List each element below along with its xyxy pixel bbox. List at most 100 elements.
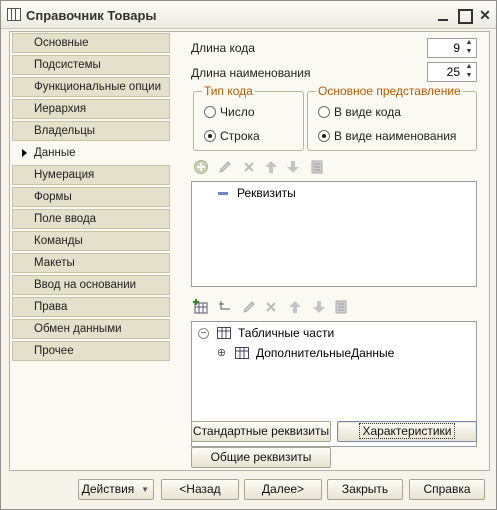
code-length-value: 9 [453,41,460,55]
name-length-value: 25 [446,65,460,79]
radio-label: В виде наименования [334,129,457,143]
spin-up-icon[interactable]: ▲ [463,39,475,47]
sort-icon[interactable] [309,159,325,175]
radio-icon [318,106,330,118]
window-title: Справочник Товары [26,8,157,23]
tree-row-label: ДополнительныеДанные [256,346,395,360]
sidebar-tabs: Основные Подсистемы Функциональные опции Ие… [12,33,170,363]
data-tab-content: Длина кода 9 ▲ ▼ Длина наименования 25 ▲… [171,33,488,469]
tab-label: Функциональные опции [34,81,161,93]
active-tab-marker-icon [22,149,27,157]
tab-label: Подсистемы [34,59,101,71]
tree-row-additional-data[interactable]: ⊕ ДополнительныеДанные [216,346,436,362]
tab-label: Обмен данными [34,323,122,335]
close-button[interactable]: Закрыть [327,479,403,500]
tabular-toolbar [193,299,353,317]
tab-label: Права [34,301,68,313]
add-subitem-icon[interactable] [217,299,233,315]
common-attributes-button[interactable]: Общие реквизиты [191,447,331,468]
tab-item[interactable]: Прочее [12,341,170,361]
tab-item[interactable]: Ввод на основании [12,275,170,295]
radio-selected-icon [318,130,330,142]
move-down-icon[interactable] [311,299,327,315]
dropdown-arrow-icon: ▼ [141,485,149,494]
tab-label: Данные [34,147,76,159]
tab-item[interactable]: Обмен данными [12,319,170,339]
attributes-icon [218,192,228,195]
tab-label: Формы [34,191,72,203]
code-length-spinner[interactable]: 9 ▲ ▼ [427,38,477,58]
footer-bar: Действия ▼ <Назад Далее> Закрыть Справка [1,473,496,509]
spin-up-icon[interactable]: ▲ [463,63,475,71]
radio-label: Строка [220,129,260,143]
next-button[interactable]: Далее> [244,479,322,500]
attributes-tree[interactable]: Реквизиты [191,181,477,287]
close-window-button[interactable]: ✕ [477,7,493,23]
add-table-icon[interactable] [193,299,209,315]
move-up-icon[interactable] [263,159,279,175]
tree-row-label: Табличные части [238,326,335,340]
edit-icon[interactable] [241,299,257,315]
characteristics-label: Характеристики [358,423,456,439]
tab-label: Макеты [34,257,75,269]
tab-item[interactable]: Данные [12,143,170,163]
move-down-icon[interactable] [285,159,301,175]
edit-icon[interactable] [217,159,233,175]
tab-label: Ввод на основании [34,279,137,291]
radio-icon [204,106,216,118]
tab-item[interactable]: Команды [12,231,170,251]
tab-label: Основные [34,37,89,49]
tab-label: Владельцы [34,125,96,137]
move-up-icon[interactable] [287,299,303,315]
main-presentation-title: Основное представление [316,84,463,98]
name-length-spinner[interactable]: 25 ▲ ▼ [427,62,477,82]
tree-row-tabular-parts[interactable]: − Табличные части [198,326,398,342]
code-type-group: Тип кода Число Строка [193,84,304,151]
code-length-label: Длина кода [191,41,255,55]
tab-item[interactable]: Функциональные опции [12,77,170,97]
standard-attributes-button[interactable]: Стандартные реквизиты [191,421,331,442]
table-icon [235,347,249,359]
minimize-button[interactable] [435,7,451,23]
tab-item[interactable]: Поле ввода [12,209,170,229]
help-button[interactable]: Справка [409,479,485,500]
main-presentation-group: Основное представление В виде кода В вид… [307,84,477,151]
table-icon [217,327,231,339]
tree-row-label: Реквизиты [237,186,296,200]
tab-item[interactable]: Иерархия [12,99,170,119]
back-button[interactable]: <Назад [161,479,239,500]
tab-item[interactable]: Нумерация [12,165,170,185]
tab-label: Иерархия [34,103,87,115]
tab-item[interactable]: Формы [12,187,170,207]
name-length-label: Длина наименования [191,66,311,80]
tab-item[interactable]: Владельцы [12,121,170,141]
radio-label: В виде кода [334,105,401,119]
spin-down-icon[interactable]: ▼ [463,72,475,80]
tab-item[interactable]: Подсистемы [12,55,170,75]
sort-icon[interactable] [333,299,349,315]
tab-label: Нумерация [34,169,95,181]
add-icon[interactable] [193,159,209,175]
tab-item[interactable]: Права [12,297,170,317]
collapse-icon[interactable]: − [198,328,209,339]
code-type-title: Тип кода [202,84,255,98]
radio-selected-icon [204,130,216,142]
maximize-button[interactable] [456,7,473,24]
radio-label: Число [220,105,255,119]
actions-button[interactable]: Действия ▼ [78,479,154,500]
tab-label: Команды [34,235,83,247]
tab-label: Поле ввода [34,213,97,225]
actions-label: Действия [81,482,135,496]
title-bar[interactable]: Справочник Товары ✕ [1,1,496,29]
spin-down-icon[interactable]: ▼ [463,48,475,56]
catalog-icon [7,8,21,21]
expand-icon[interactable]: ⊕ [216,348,227,359]
attributes-toolbar [193,159,333,177]
delete-icon[interactable] [263,299,279,315]
characteristics-button[interactable]: Характеристики [337,421,477,442]
delete-icon[interactable] [241,159,257,175]
tab-label: Прочее [34,345,74,357]
tab-item[interactable]: Основные [12,33,170,53]
dialog-window: Справочник Товары ✕ Основные Подсистемы Фу… [0,0,497,510]
tab-item[interactable]: Макеты [12,253,170,273]
